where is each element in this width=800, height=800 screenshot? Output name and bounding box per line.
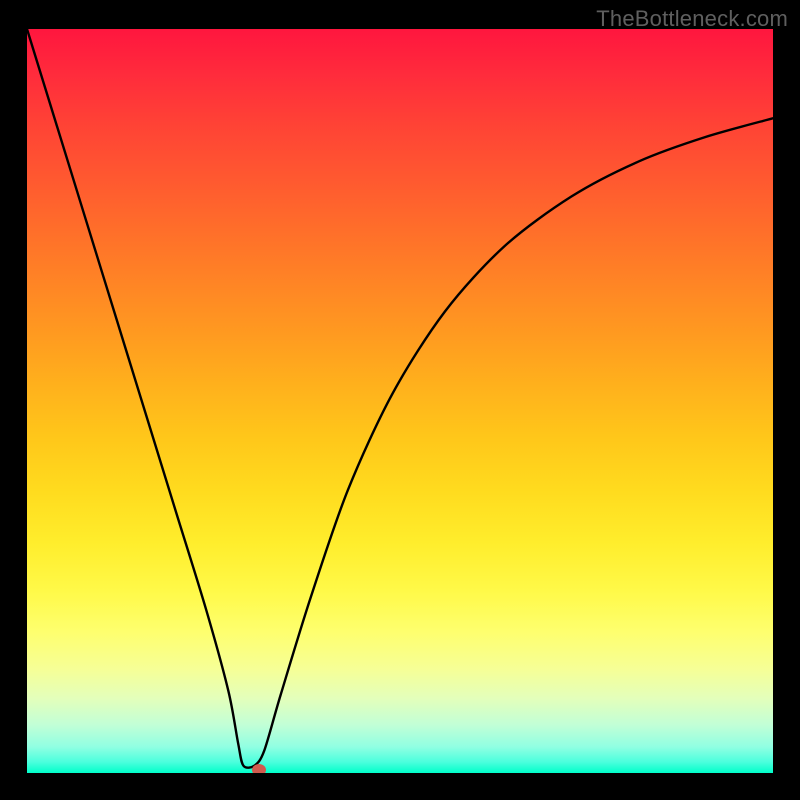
plot-area: [27, 29, 773, 773]
min-point-marker: [252, 764, 266, 773]
chart-frame: TheBottleneck.com: [0, 0, 800, 800]
bottleneck-curve: [27, 29, 773, 768]
curve-svg: [27, 29, 773, 773]
